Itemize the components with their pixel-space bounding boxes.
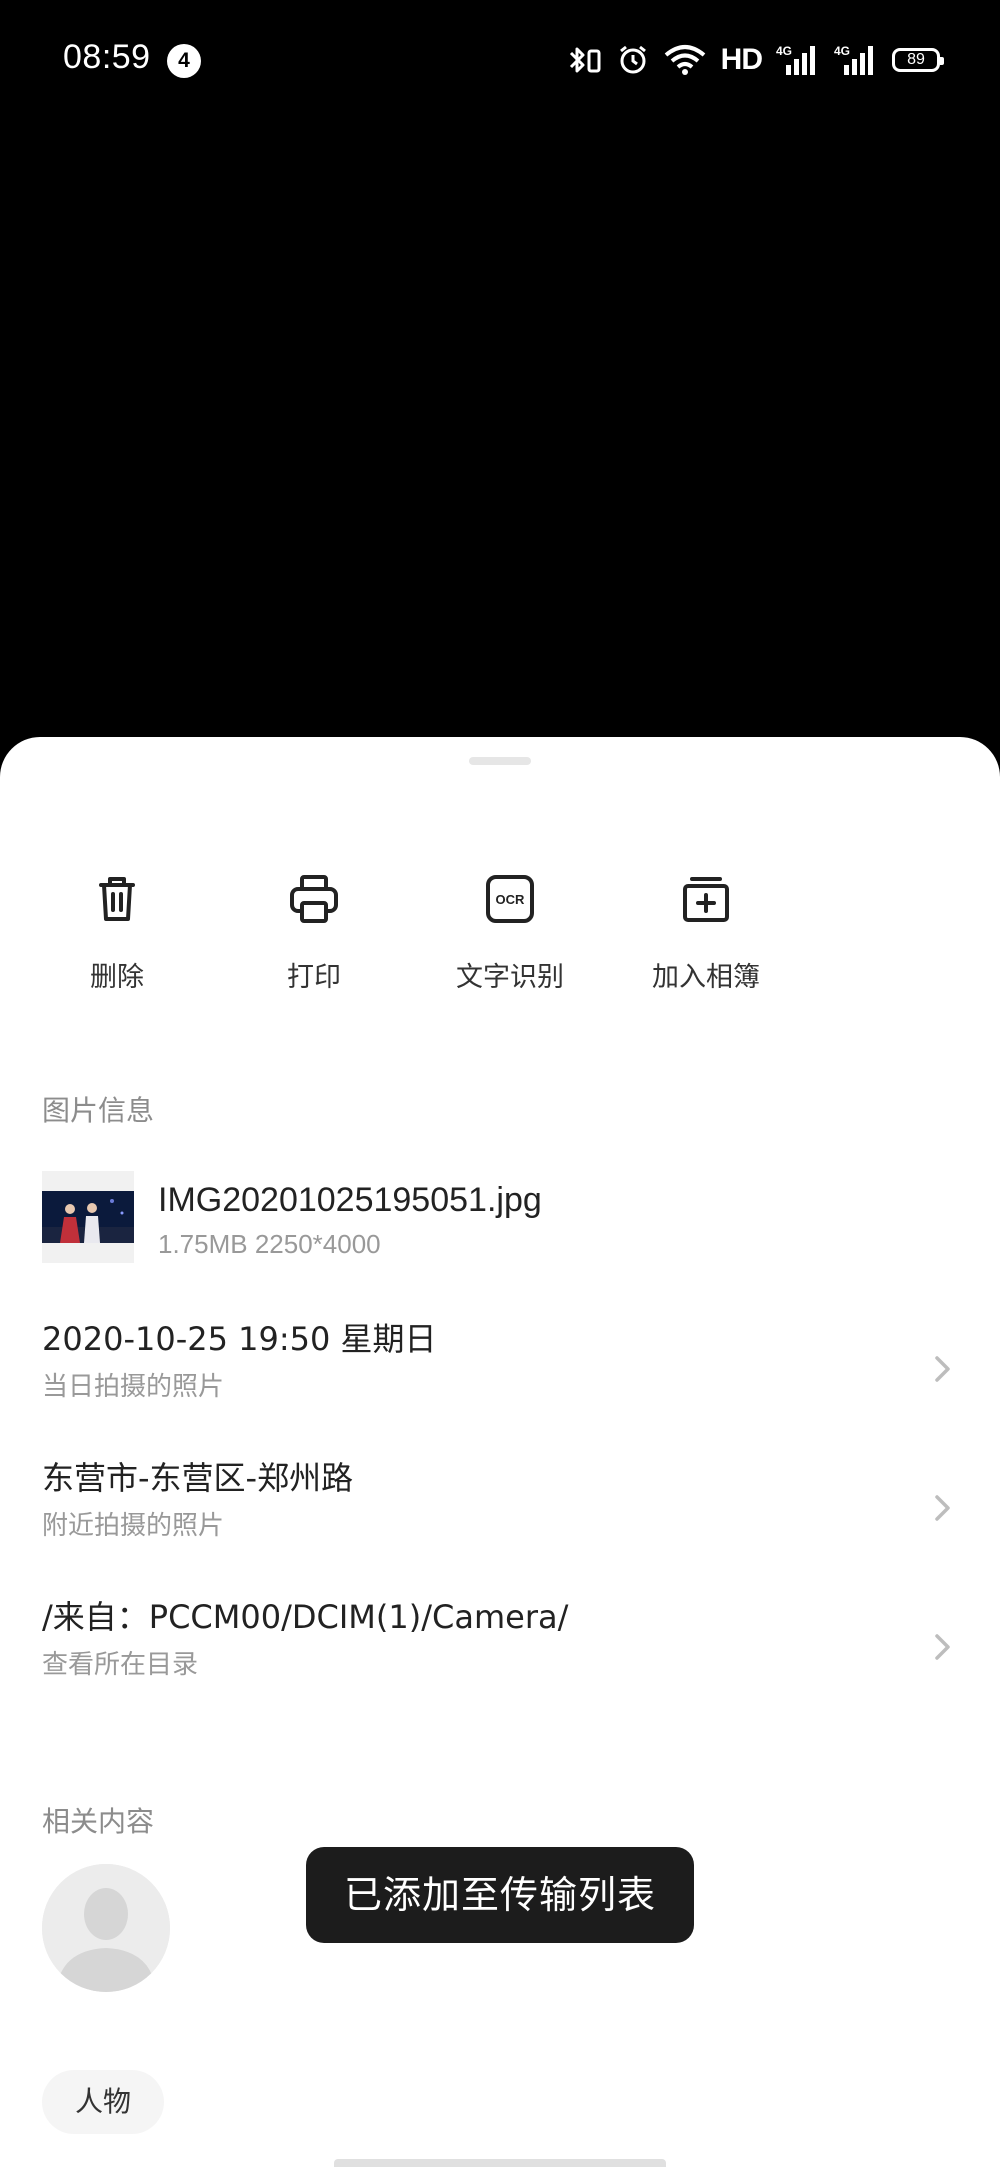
location: 东营市-东营区-郑州路: [42, 1459, 354, 1497]
bluetooth-icon: [569, 47, 601, 73]
ocr-icon: OCR: [486, 875, 534, 923]
drag-handle[interactable]: [469, 757, 531, 765]
related-content-title: 相关内容: [42, 1805, 155, 1838]
signal-4g-icon: 4G: [776, 44, 815, 75]
date-row[interactable]: 2020-10-25 19:50 星期日 当日拍摄的照片: [42, 1314, 962, 1424]
delete-label: 删除: [90, 962, 144, 993]
notification-count-badge: 4: [167, 44, 201, 78]
status-icons: HD 4G 4G 89: [567, 40, 944, 80]
printer-icon: [290, 875, 338, 923]
photo-details-sheet: 删除 打印 OCR 文字识别 加入相簿 图片信息 IMG202010251950…: [0, 737, 1000, 2167]
file-info-row: IMG20201025195051.jpg 1.75MB 2250*4000: [42, 1171, 962, 1267]
signal-4g-icon: 4G: [834, 44, 873, 75]
add-to-album-icon: [683, 877, 729, 922]
person-placeholder-icon: [42, 1864, 170, 1992]
folder-subtitle: 查看所在目录: [42, 1650, 199, 1680]
location-row[interactable]: 东营市-东营区-郑州路 附近拍摄的照片: [42, 1453, 962, 1563]
photo-info-title: 图片信息: [42, 1094, 155, 1127]
status-time: 08:59: [63, 38, 151, 76]
toast-message: 已添加至传输列表: [306, 1847, 694, 1943]
home-indicator: [334, 2159, 666, 2167]
chevron-right-icon: [935, 1634, 950, 1660]
add-to-album-label: 加入相簿: [652, 962, 760, 993]
print-button[interactable]: 打印: [219, 873, 409, 1003]
file-name: IMG20201025195051.jpg: [158, 1181, 542, 1219]
thumbnail-photo: [42, 1191, 134, 1243]
person-avatar[interactable]: [42, 1864, 170, 1992]
action-bar: 删除 打印 OCR 文字识别 加入相簿: [0, 873, 1000, 993]
chevron-right-icon: [935, 1356, 950, 1382]
battery-icon: 89: [892, 48, 944, 72]
date-subtitle: 当日拍摄的照片: [42, 1372, 225, 1402]
thumbnail-people-image: [42, 1191, 134, 1243]
ocr-label: 文字识别: [456, 962, 564, 993]
svg-text:4G: 4G: [776, 44, 792, 58]
alarm-icon: [619, 45, 646, 74]
delete-button[interactable]: 删除: [22, 873, 212, 1003]
trash-icon: [99, 877, 135, 921]
wifi-icon: [664, 45, 705, 75]
svg-text:OCR: OCR: [496, 892, 526, 907]
location-subtitle: 附近拍摄的照片: [42, 1511, 225, 1541]
folder-path: /来自：PCCM00/DCIM(1)/Camera/: [42, 1598, 569, 1636]
add-to-album-button[interactable]: 加入相簿: [611, 873, 801, 1003]
folder-row[interactable]: /来自：PCCM00/DCIM(1)/Camera/ 查看所在目录: [42, 1592, 962, 1702]
date-time: 2020-10-25 19:50 星期日: [42, 1320, 437, 1358]
print-label: 打印: [287, 962, 341, 993]
person-tag-chip[interactable]: 人物: [42, 2070, 164, 2134]
hd-network-label: HD: [720, 43, 763, 76]
file-size-resolution: 1.75MB 2250*4000: [158, 1229, 381, 1259]
status-bar: 08:59 4 HD 4G 4G 89: [0, 0, 1000, 120]
svg-text:4G: 4G: [834, 44, 850, 58]
photo-thumbnail[interactable]: [42, 1171, 134, 1263]
chevron-right-icon: [935, 1495, 950, 1521]
ocr-button[interactable]: OCR 文字识别: [415, 873, 605, 1003]
